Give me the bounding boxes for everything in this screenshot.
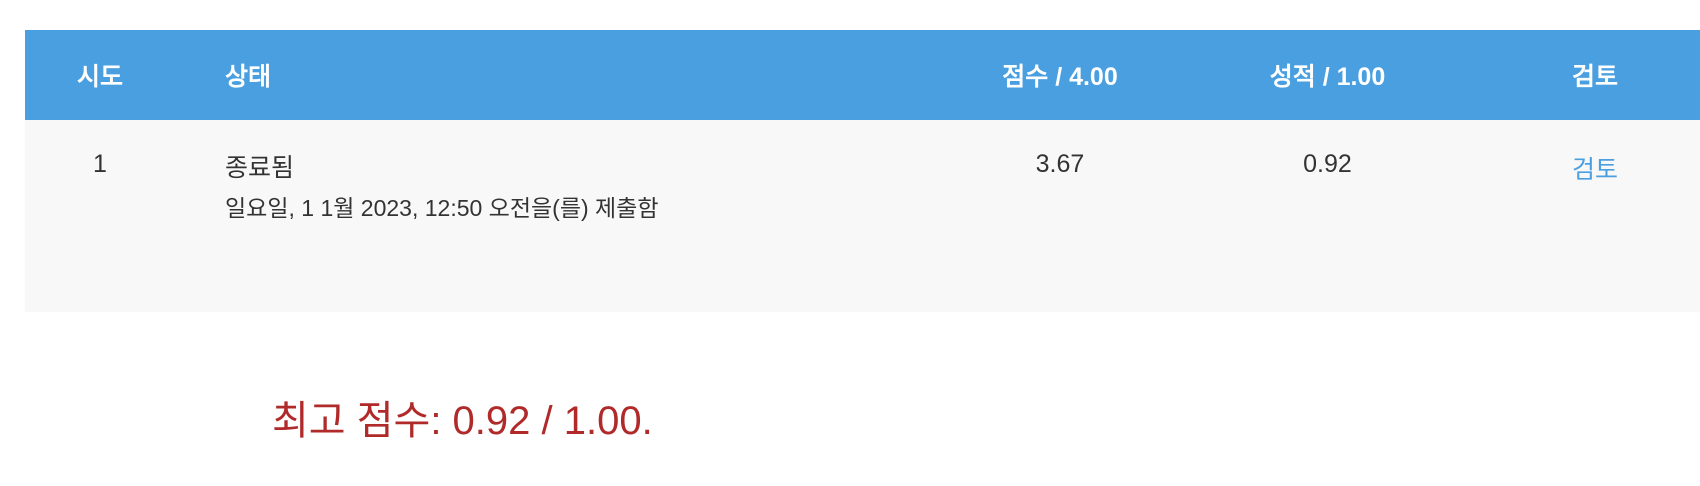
header-state: 상태 bbox=[225, 63, 272, 91]
attempt-state: 종료됨 bbox=[225, 154, 295, 182]
header-marks: 점수 / 4.00 bbox=[1002, 63, 1118, 91]
attempt-number-cell: 1 bbox=[25, 120, 175, 312]
attempt-number: 1 bbox=[93, 150, 107, 178]
header-row: 시도 상태 점수 / 4.00 성적 / 1.00 검토 bbox=[25, 30, 1700, 120]
attempt-grade: 0.92 bbox=[1303, 150, 1352, 178]
attempt-state-cell: 종료됨 일요일, 1 1월 2023, 12:50 오전을(를) 제출함 bbox=[175, 120, 930, 312]
attempt-review-cell: 검토 bbox=[1465, 120, 1700, 312]
best-grade-summary: 최고 점수: 0.92 / 1.00. bbox=[272, 399, 653, 443]
review-link[interactable]: 검토 bbox=[1572, 156, 1618, 184]
header-grade: 성적 / 1.00 bbox=[1269, 63, 1386, 91]
header-attempt: 시도 bbox=[76, 63, 123, 91]
attempt-submitted-date: 일요일, 1 1월 2023, 12:50 오전을(를) 제출함 bbox=[225, 195, 659, 221]
attempts-table-body: 1 종료됨 일요일, 1 1월 2023, 12:50 오전을(를) 제출함 3… bbox=[25, 120, 1700, 312]
attempts-table: 시도 상태 점수 / 4.00 성적 / 1.00 검토 1 종료됨 일요일, … bbox=[25, 30, 1700, 312]
attempt-marks: 3.67 bbox=[1035, 150, 1085, 178]
attempts-table-header: 시도 상태 점수 / 4.00 성적 / 1.00 검토 bbox=[25, 30, 1700, 120]
attempt-grade-cell: 0.92 bbox=[1190, 120, 1465, 312]
quiz-summary-page: 시도 상태 점수 / 4.00 성적 / 1.00 검토 1 종료됨 일요일, … bbox=[0, 0, 1700, 486]
header-review: 검토 bbox=[1571, 63, 1618, 91]
table-row: 1 종료됨 일요일, 1 1월 2023, 12:50 오전을(를) 제출함 3… bbox=[25, 120, 1700, 312]
attempt-marks-cell: 3.67 bbox=[930, 120, 1190, 312]
